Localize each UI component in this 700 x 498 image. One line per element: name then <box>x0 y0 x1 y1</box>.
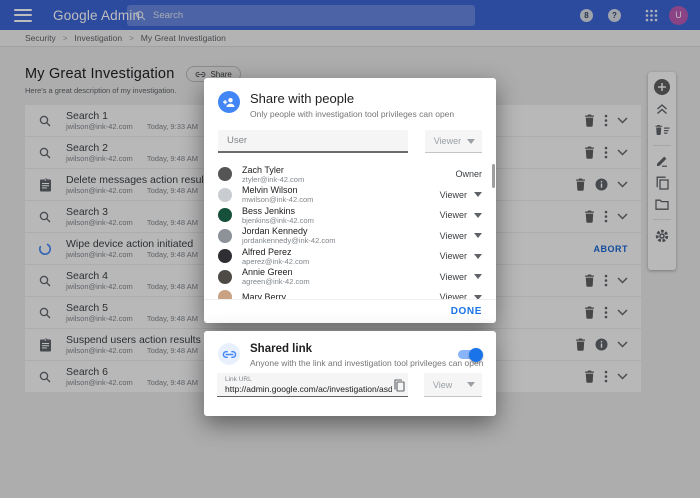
chevron-down-icon <box>467 139 475 144</box>
person-role: Viewer <box>440 231 467 241</box>
person-role: Viewer <box>440 251 467 261</box>
copy-icon[interactable] <box>394 379 405 392</box>
person-row: Jordan Kennedyjordankennedy@ink-42.com V… <box>204 226 496 247</box>
avatar <box>218 208 232 222</box>
person-name: Alfred Perez <box>242 247 309 257</box>
chevron-down-icon <box>467 382 475 387</box>
user-input[interactable] <box>218 130 408 153</box>
person-email: agreen@ink-42.com <box>242 277 310 286</box>
person-role: Owner <box>455 169 482 179</box>
person-row: Bess Jenkinsbjenkins@ink-42.com Viewer <box>204 205 496 226</box>
scrollbar-thumb[interactable] <box>492 164 495 188</box>
person-name: Annie Green <box>242 267 310 277</box>
view-dropdown[interactable]: View <box>424 373 482 397</box>
link-url-input[interactable] <box>225 382 392 395</box>
person-row: Annie Greenagreen@ink-42.com Viewer <box>204 267 496 288</box>
dialog-title: Share with people <box>250 91 482 106</box>
person-row: Zach Tylerztyler@ink-42.com Owner <box>204 164 496 185</box>
toggle-knob <box>469 348 483 362</box>
role-dropdown-caret[interactable] <box>474 213 482 218</box>
person-role: Viewer <box>440 190 467 200</box>
shared-link-toggle[interactable] <box>458 350 481 359</box>
person-name: Melvin Wilson <box>242 185 313 195</box>
role-dropdown-caret[interactable] <box>474 233 482 238</box>
person-name: Bess Jenkins <box>242 206 314 216</box>
link-url-field[interactable]: Link URL <box>217 373 408 397</box>
view-dropdown-value: View <box>433 380 452 390</box>
person-email: bjenkins@ink-42.com <box>242 216 314 225</box>
admin-console-screen: Google Admin Search 8 ? U Security > Inv… <box>0 0 700 498</box>
dialog-subtitle: Only people with investigation tool priv… <box>250 109 482 119</box>
shared-link-dialog: Shared link Anyone with the link and inv… <box>204 331 496 416</box>
person-name: Zach Tyler <box>242 165 304 175</box>
person-row: Melvin Wilsonmwilson@ink-42.com Viewer <box>204 185 496 206</box>
person-role: Viewer <box>440 272 467 282</box>
person-name: Jordan Kennedy <box>242 226 336 236</box>
avatar <box>218 249 232 263</box>
person-email: jordankennedy@ink-42.com <box>242 236 336 245</box>
avatar <box>218 188 232 202</box>
dialog-subtitle: Anyone with the link and investigation t… <box>250 358 482 368</box>
avatar <box>218 229 232 243</box>
person-role: Viewer <box>440 210 467 220</box>
dialog-title: Shared link <box>250 343 482 355</box>
link-icon <box>218 343 240 365</box>
avatar <box>218 167 232 181</box>
person-row: Alfred Perezaperez@ink-42.com Viewer <box>204 246 496 267</box>
done-button[interactable]: DONE <box>451 306 482 317</box>
role-dropdown-caret[interactable] <box>474 254 482 259</box>
role-dropdown[interactable]: Viewer <box>425 130 482 153</box>
role-dropdown-caret[interactable] <box>474 274 482 279</box>
role-dropdown-caret[interactable] <box>474 192 482 197</box>
person-email: mwilson@ink-42.com <box>242 195 313 204</box>
person-add-icon <box>218 91 240 113</box>
avatar <box>218 270 232 284</box>
person-email: ztyler@ink-42.com <box>242 175 304 184</box>
share-with-people-dialog: Share with people Only people with inves… <box>204 78 496 323</box>
people-list: Zach Tylerztyler@ink-42.com Owner Melvin… <box>204 164 496 300</box>
role-dropdown-value: Viewer <box>434 136 461 146</box>
person-email: aperez@ink-42.com <box>242 257 309 266</box>
